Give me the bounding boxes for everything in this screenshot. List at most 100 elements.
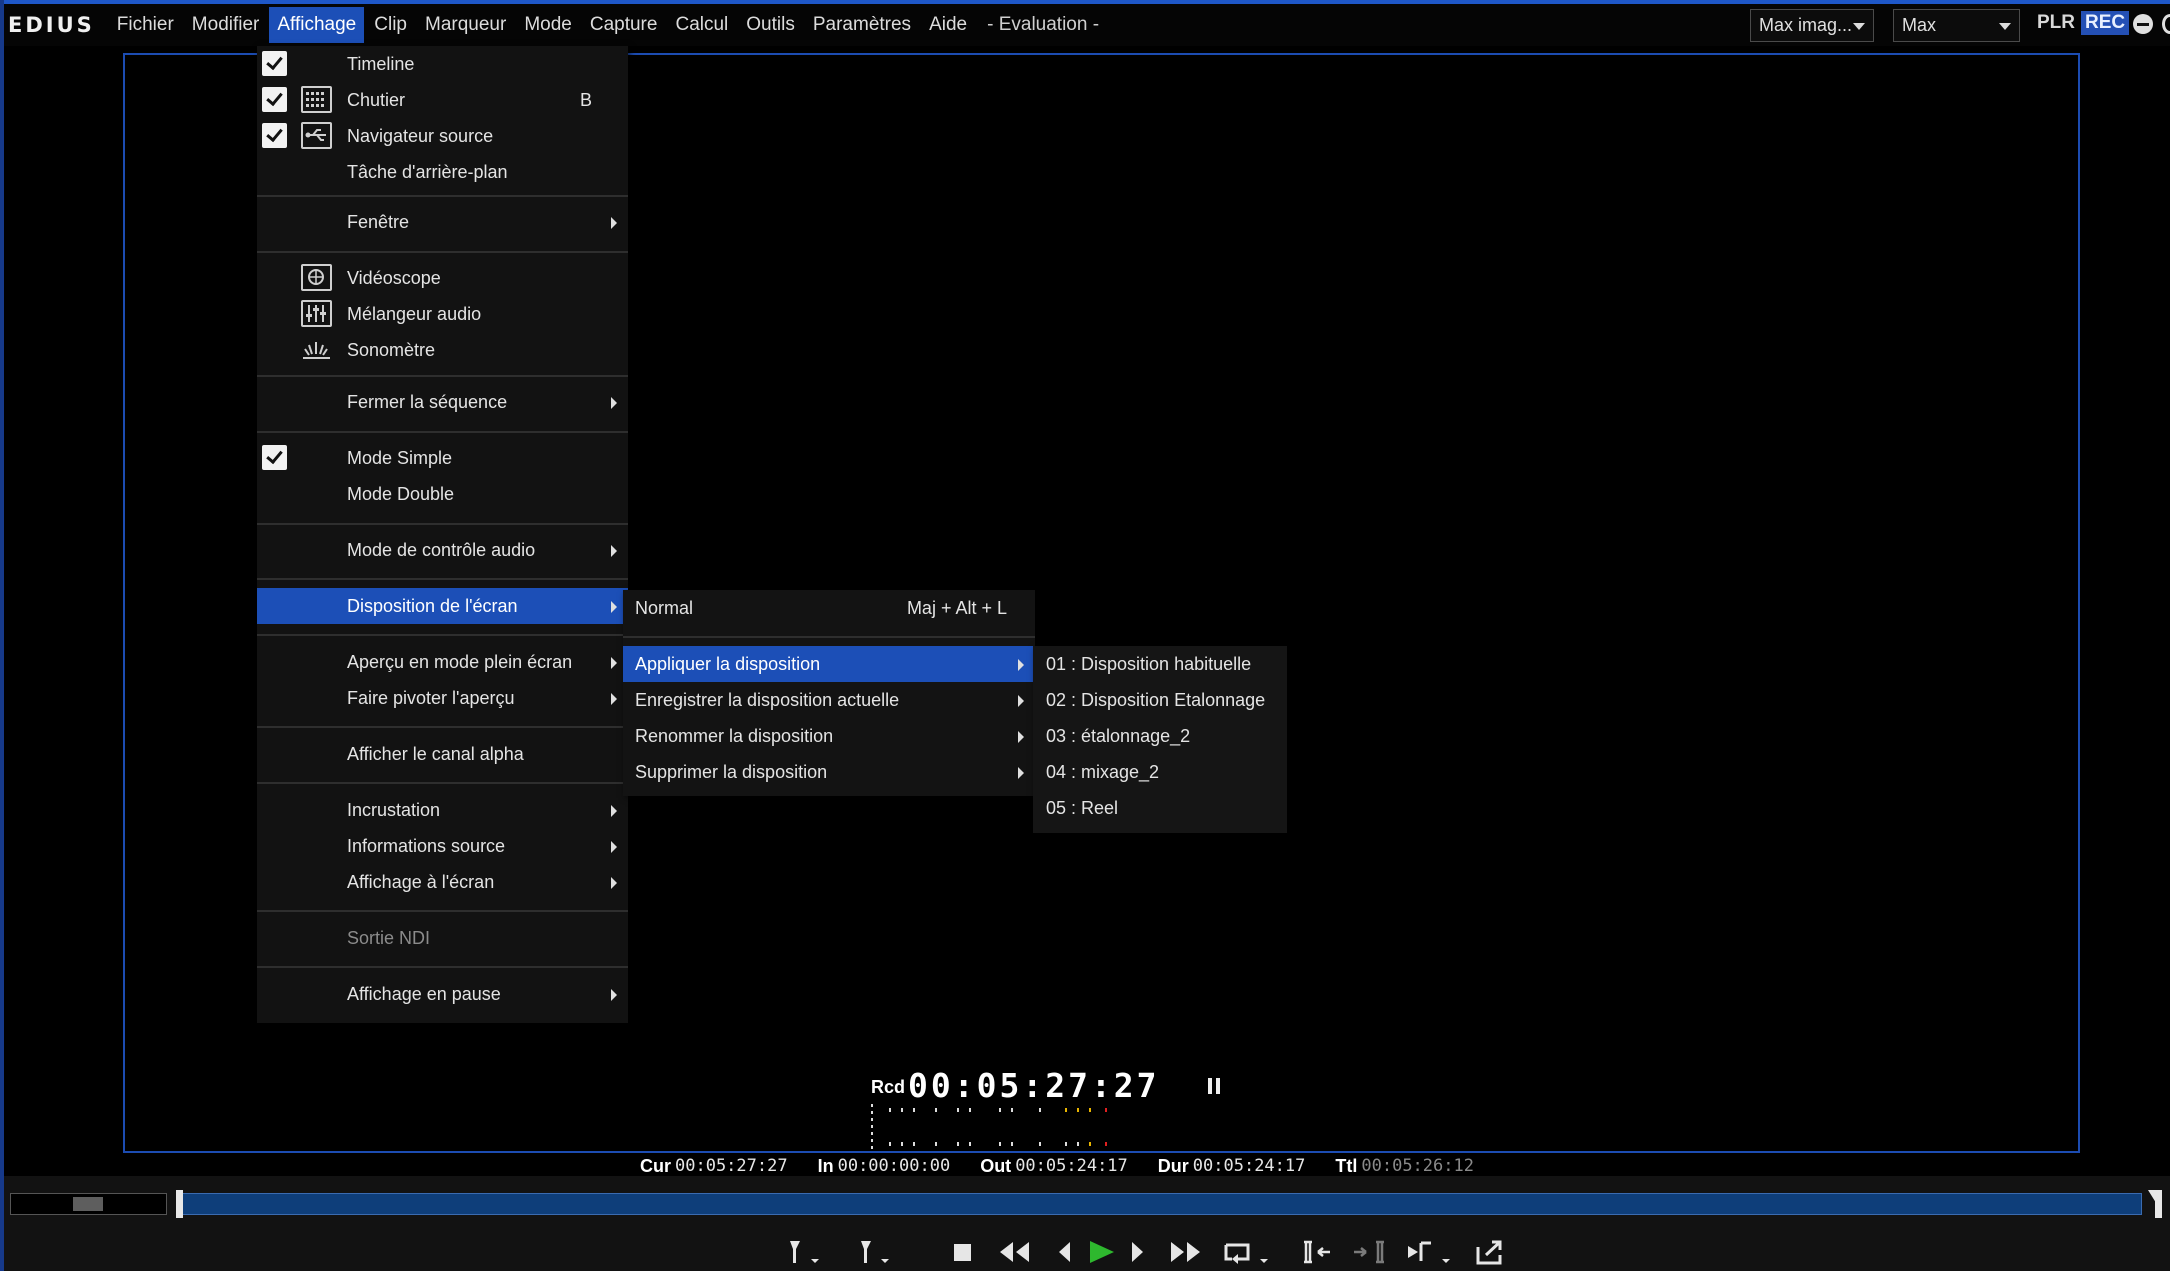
list-item[interactable]: 05 : Reel <box>1033 790 1287 826</box>
menu-item-mode-simple[interactable]: Mode Simple <box>257 440 628 476</box>
list-item[interactable]: 04 : mixage_2 <box>1033 754 1287 790</box>
menu-separator <box>257 726 628 728</box>
menu-item-normal[interactable]: Normal Maj + Alt + L <box>623 590 1035 626</box>
menu-fichier[interactable]: Fichier <box>109 7 182 43</box>
menu-item-label: Normal <box>635 598 694 618</box>
menu-item-pivoter-apercu[interactable]: Faire pivoter l'aperçu <box>257 680 628 716</box>
step-back-icon[interactable] <box>1054 1237 1076 1267</box>
menu-item-label: Vidéoscope <box>347 268 441 288</box>
menu-item-label: Mode Double <box>347 484 455 504</box>
menu-mode[interactable]: Mode <box>516 7 580 43</box>
fast-forward-icon[interactable] <box>1168 1237 1204 1267</box>
dur-label: Dur <box>1157 1156 1189 1176</box>
menu-shortcut: Maj + Alt + L <box>906 598 1007 618</box>
position-scrubber[interactable] <box>177 1193 2142 1215</box>
menu-item-label: 01 : Disposition habituelle <box>1046 654 1252 674</box>
menu-item-enregistrer-disposition[interactable]: Enregistrer la disposition actuelle <box>623 682 1035 718</box>
menu-item-label: Mélangeur audio <box>347 304 482 324</box>
menu-item-timeline[interactable]: Timeline <box>257 46 628 82</box>
menu-parametres[interactable]: Paramètres <box>805 7 919 43</box>
submenu-arrow-icon <box>1018 695 1024 707</box>
cur-label: Cur <box>640 1156 671 1176</box>
menu-marqueur[interactable]: Marqueur <box>417 7 514 43</box>
fit-mode-select[interactable]: Max imag... <box>1750 9 1874 42</box>
rewind-icon[interactable] <box>996 1237 1032 1267</box>
menu-item-sonometre[interactable]: Sonomètre <box>257 332 628 368</box>
submenu-arrow-icon <box>611 693 617 705</box>
menu-item-label: Navigateur source <box>347 126 494 146</box>
menu-item-tache-arriere-plan[interactable]: Tâche d'arrière-plan <box>257 154 628 190</box>
menu-modifier[interactable]: Modifier <box>184 7 268 43</box>
step-forward-icon[interactable] <box>1127 1237 1149 1267</box>
audio-level-ticks <box>871 1104 1107 1150</box>
menu-item-label: Afficher le canal alpha <box>347 744 524 764</box>
menu-item-fermer-sequence[interactable]: Fermer la séquence <box>257 384 628 420</box>
menu-item-melangeur-audio[interactable]: Mélangeur audio <box>257 296 628 332</box>
ttl-label: Ttl <box>1335 1156 1358 1176</box>
menu-item-chutier[interactable]: Chutier B <box>257 82 628 118</box>
set-in-icon[interactable] <box>785 1237 825 1267</box>
menu-item-mode-controle-audio[interactable]: Mode de contrôle audio <box>257 532 628 568</box>
menu-item-affichage-pause[interactable]: Affichage en pause <box>257 976 628 1012</box>
menu-capture[interactable]: Capture <box>582 7 666 43</box>
menu-item-label: Appliquer la disposition <box>635 654 821 674</box>
list-item[interactable]: 01 : Disposition habituelle <box>1033 646 1287 682</box>
scrubber-handle[interactable] <box>176 1190 183 1218</box>
go-to-in-icon[interactable] <box>1300 1237 1336 1267</box>
menu-item-appliquer-disposition[interactable]: Appliquer la disposition <box>623 646 1035 682</box>
menu-item-navigateur-source[interactable]: Navigateur source <box>257 118 628 154</box>
ttl-value: 00:05:26:12 <box>1361 1156 1474 1176</box>
stop-icon[interactable] <box>950 1237 976 1267</box>
menu-item-mode-double[interactable]: Mode Double <box>257 476 628 512</box>
menu-separator <box>257 634 628 636</box>
bin-grid-icon <box>301 86 332 113</box>
menu-item-label: Mode Simple <box>347 448 453 468</box>
list-item[interactable]: 03 : étalonnage_2 <box>1033 718 1287 754</box>
menu-affichage[interactable]: Affichage <box>269 7 365 43</box>
insert-to-timeline-icon[interactable] <box>1404 1237 1454 1267</box>
menu-outils[interactable]: Outils <box>738 7 803 43</box>
menu-item-label: Faire pivoter l'aperçu <box>347 688 515 708</box>
plr-toggle[interactable]: PLR <box>2037 12 2075 34</box>
menu-item-label: Supprimer la disposition <box>635 762 828 782</box>
menu-item-fenetre[interactable]: Fenêtre <box>257 204 628 240</box>
menu-item-incrustation[interactable]: Incrustation <box>257 792 628 828</box>
menu-aide[interactable]: Aide <box>921 7 975 43</box>
loop-icon[interactable] <box>1222 1237 1272 1267</box>
menu-item-label: Tâche d'arrière-plan <box>347 162 508 182</box>
menu-separator <box>257 523 628 525</box>
shuttle-slider[interactable] <box>10 1193 167 1215</box>
cur-value: 00:05:27:27 <box>675 1156 788 1176</box>
zoom-select[interactable]: Max <box>1893 9 2020 42</box>
menu-shortcut: B <box>579 90 592 110</box>
loudness-meter-icon <box>301 336 332 363</box>
check-icon <box>262 51 287 76</box>
set-out-icon[interactable] <box>855 1237 895 1267</box>
menu-calcul[interactable]: Calcul <box>667 7 736 43</box>
menu-item-informations-source[interactable]: Informations source <box>257 828 628 864</box>
menu-item-disposition-ecran[interactable]: Disposition de l'écran <box>257 588 628 624</box>
export-icon[interactable] <box>1474 1237 1508 1267</box>
menu-item-canal-alpha[interactable]: Afficher le canal alpha <box>257 736 628 772</box>
submenu-arrow-icon <box>611 217 617 229</box>
shuttle-thumb[interactable] <box>73 1197 103 1211</box>
record-timecode: 00:05:27:27 <box>908 1066 1160 1105</box>
list-item[interactable]: 02 : Disposition Etalonnage <box>1033 682 1287 718</box>
out-value: 00:05:24:17 <box>1015 1156 1128 1176</box>
menu-item-label: Aperçu en mode plein écran <box>347 652 573 672</box>
menu-item-supprimer-disposition[interactable]: Supprimer la disposition <box>623 754 1035 790</box>
go-to-out-icon[interactable] <box>1350 1237 1386 1267</box>
usb-icon <box>301 122 332 149</box>
menu-item-affichage-ecran[interactable]: Affichage à l'écran <box>257 864 628 900</box>
menu-separator <box>257 782 628 784</box>
rec-toggle[interactable]: REC <box>2081 11 2130 35</box>
menu-clip[interactable]: Clip <box>366 7 415 43</box>
videoscope-icon <box>301 264 332 291</box>
edition-label: - Evaluation - <box>987 14 1100 35</box>
menu-item-renommer-disposition[interactable]: Renommer la disposition <box>623 718 1035 754</box>
menu-item-label: Sortie NDI <box>347 928 431 948</box>
minimize-icon[interactable] <box>2133 14 2153 34</box>
menu-item-videoscope[interactable]: Vidéoscope <box>257 260 628 296</box>
menu-item-apercu-plein-ecran[interactable]: Aperçu en mode plein écran <box>257 644 628 680</box>
play-icon[interactable] <box>1084 1237 1118 1267</box>
